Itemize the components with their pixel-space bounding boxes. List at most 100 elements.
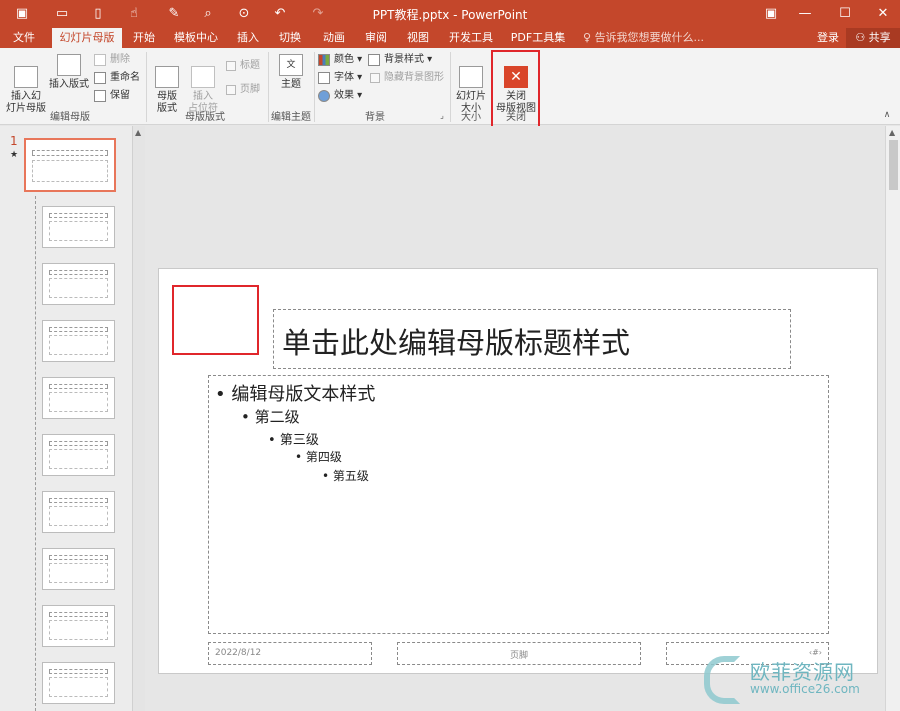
placeholder-icon [191, 66, 215, 88]
text-level-2: • 第二级 [241, 408, 300, 426]
master-layout-button[interactable]: 母版 版式 [152, 54, 182, 115]
close-window-button[interactable]: ✕ [866, 0, 900, 28]
text-level-3: • 第三级 [268, 433, 319, 448]
watermark-url: www.office26.com [750, 682, 860, 696]
tree-connector [35, 196, 36, 711]
thumbnail-layout[interactable] [42, 206, 115, 248]
watermark-brand: 欧菲资源网 [750, 660, 855, 684]
text-level-1: • 编辑母版文本样式 [215, 384, 376, 405]
slide-size-icon [459, 66, 483, 88]
tab-insert[interactable]: 插入 [232, 28, 264, 48]
text-level-4: • 第四级 [295, 450, 342, 464]
tab-file[interactable]: 文件 [4, 28, 44, 48]
tab-developer[interactable]: 开发工具 [444, 28, 498, 48]
highlight-close-master-box [491, 50, 540, 134]
collapse-ribbon-icon[interactable]: ∧ [880, 110, 894, 120]
body-placeholder[interactable]: • 编辑母版文本样式 • 第二级 • 第三级 • 第四级 • 第五级 [208, 375, 829, 634]
thumbnail-panel: 1 ★ [0, 126, 132, 711]
maximize-button[interactable]: ☐ [828, 0, 862, 28]
scroll-up-icon[interactable]: ▲ [889, 128, 895, 137]
share-button[interactable]: ⚇ 共享 [846, 28, 900, 48]
title-text: 单击此处编辑母版标题样式 [282, 326, 631, 360]
pin-icon [94, 90, 106, 102]
scroll-thumb[interactable] [889, 140, 898, 190]
fonts-button[interactable]: 字体 ▾ [318, 70, 362, 86]
tab-review[interactable]: 审阅 [360, 28, 392, 48]
colors-icon [318, 54, 330, 66]
colors-button[interactable]: 颜色 ▾ [318, 52, 362, 68]
ribbon: 插入幻 灯片母版 插入版式 删除 重命名 保留 编辑母版 母版 版式 插入 占位… [0, 48, 900, 134]
thumbnail-layout[interactable] [42, 491, 115, 533]
tab-animations[interactable]: 动画 [318, 28, 350, 48]
title-bar: ▣ ▭ ▯ ☝ ✎ ⌕ ⊙ ↶ ↷ PPT教程.pptx - PowerPoin… [0, 0, 900, 28]
dialog-launcher-icon[interactable]: ⌟ [436, 111, 448, 120]
group-separator [314, 52, 315, 122]
tell-me-input[interactable]: ♀ 告诉我您想要做什么... [583, 28, 704, 48]
group-label-master-layout: 母版版式 [185, 112, 225, 123]
group-separator [268, 52, 269, 122]
group-label-edit-master: 编辑母版 [50, 112, 90, 123]
group-label-background: 背景 [365, 112, 385, 123]
layout-icon [57, 54, 81, 76]
tab-home[interactable]: 开始 [128, 28, 160, 48]
delete-button[interactable]: 删除 [94, 52, 130, 68]
slide-master: 单击此处编辑母版标题样式 • 编辑母版文本样式 • 第二级 • 第三级 • 第四… [158, 268, 878, 674]
watermark: 欧菲资源网 www.office26.com [700, 652, 900, 711]
star-icon: ★ [10, 150, 19, 160]
tab-pdf-tools[interactable]: PDF工具集 [508, 28, 568, 48]
login-link[interactable]: 登录 [817, 28, 839, 48]
hide-background-checkbox[interactable]: 隐藏背景图形 [370, 70, 444, 86]
group-separator [450, 52, 451, 122]
thumbnail-layout[interactable] [42, 548, 115, 590]
thumbnail-layout[interactable] [42, 662, 115, 704]
thumbnail-layout[interactable] [42, 263, 115, 305]
background-styles-button[interactable]: 背景样式 ▾ [368, 52, 432, 68]
slide-master-icon [14, 66, 38, 88]
scroll-up-icon[interactable]: ▲ [135, 128, 141, 137]
ribbon-options-button[interactable]: ▣ [754, 0, 788, 28]
tab-slide-master[interactable]: 幻灯片母版 [52, 28, 122, 48]
date-text: 2022/8/12 [215, 648, 262, 658]
tab-template-center[interactable]: 模板中心 [170, 28, 222, 48]
text-level-5: • 第五级 [322, 469, 369, 483]
insert-layout-button[interactable]: 插入版式 [48, 54, 90, 91]
insert-placeholder-button[interactable]: 插入 占位符 [186, 54, 220, 115]
thumbnail-layout[interactable] [42, 320, 115, 362]
watermark-logo-icon [704, 656, 740, 704]
delete-icon [94, 54, 106, 66]
footer-placeholder[interactable]: 页脚 [397, 642, 641, 665]
background-styles-icon [368, 54, 380, 66]
slide-number: 1 [10, 134, 18, 148]
title-checkbox[interactable]: 标题 [226, 58, 260, 74]
ribbon-tabs: 文件 幻灯片母版 开始 模板中心 插入 切换 动画 审阅 视图 开发工具 PDF… [0, 28, 900, 48]
thumbnail-layout[interactable] [42, 377, 115, 419]
date-placeholder[interactable]: 2022/8/12 [208, 642, 372, 665]
title-placeholder[interactable]: 单击此处编辑母版标题样式 [273, 309, 791, 369]
person-icon: ⚇ [855, 31, 869, 44]
footer-checkbox[interactable]: 页脚 [226, 82, 260, 98]
preserve-button[interactable]: 保留 [94, 88, 130, 104]
tab-view[interactable]: 视图 [402, 28, 434, 48]
tab-transitions[interactable]: 切换 [274, 28, 306, 48]
theme-icon: 文 [279, 54, 303, 76]
rename-icon [94, 72, 106, 84]
thumbnail-master[interactable] [24, 138, 116, 192]
effects-button[interactable]: 效果 ▾ [318, 88, 362, 104]
thumbnail-layout[interactable] [42, 605, 115, 647]
minimize-button[interactable]: — [788, 0, 822, 28]
group-label-size: 大小 [461, 112, 481, 123]
rename-button[interactable]: 重命名 [94, 70, 140, 86]
insert-slide-master-button[interactable]: 插入幻 灯片母版 [6, 54, 46, 115]
thumbnail-layout[interactable] [42, 434, 115, 476]
group-label-edit-theme: 编辑主题 [271, 112, 311, 123]
vertical-scrollbar[interactable]: ▲ [885, 126, 900, 711]
slide-size-button[interactable]: 幻灯片 大小 [454, 54, 488, 115]
fonts-icon [318, 72, 330, 84]
theme-button[interactable]: 文主题 [276, 54, 306, 91]
master-layout-icon [155, 66, 179, 88]
group-separator [146, 52, 147, 122]
highlight-empty-box [172, 285, 259, 355]
thumbnail-scrollbar[interactable]: ▲ [132, 126, 145, 711]
lightbulb-icon: ♀ [583, 31, 595, 44]
effects-icon [318, 90, 330, 102]
